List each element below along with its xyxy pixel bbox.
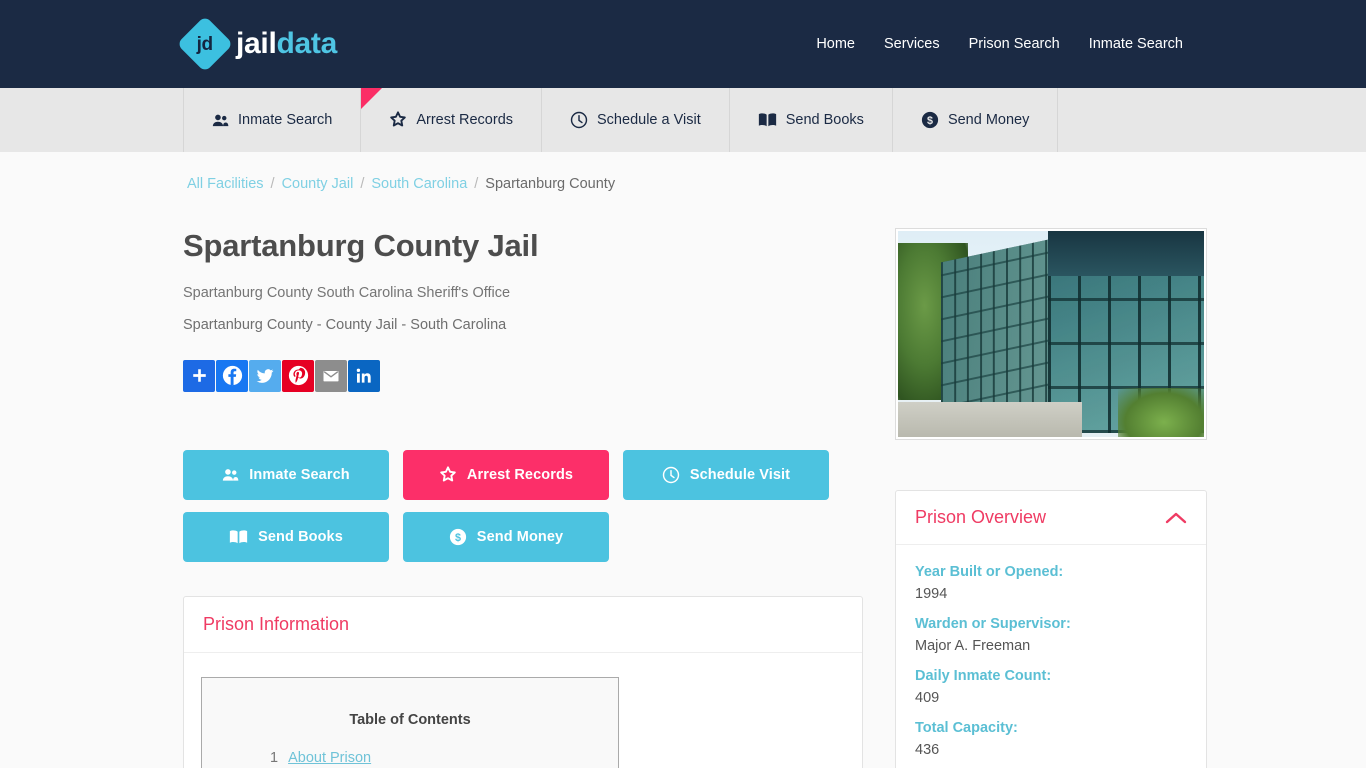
- active-tab-corner-marker: [361, 88, 383, 109]
- sidebar-column: Prison Overview Year Built or Opened: 19…: [895, 228, 1207, 768]
- arrest-records-button[interactable]: Arrest Records: [403, 449, 609, 500]
- photo-walkway: [898, 401, 1082, 437]
- main-navigation: Home Services Prison Search Inmate Searc…: [816, 36, 1183, 52]
- overview-label-total-capacity: Total Capacity:: [915, 720, 1018, 736]
- clock-icon: [570, 111, 588, 129]
- breadcrumb-separator: /: [360, 176, 365, 192]
- star-icon: [389, 111, 407, 129]
- button-label: Inmate Search: [249, 466, 350, 483]
- facility-photo: [895, 228, 1207, 440]
- button-label: Send Books: [258, 528, 343, 545]
- logo-initials: jd: [197, 33, 213, 55]
- subtab-arrest-records[interactable]: Arrest Records: [361, 88, 543, 152]
- addthis-share-icon[interactable]: [183, 359, 215, 392]
- prison-overview-body: Year Built or Opened: 1994 Warden or Sup…: [896, 545, 1206, 768]
- page-subtitle-location: Spartanburg County - County Jail - South…: [183, 316, 507, 333]
- breadcrumb-separator: /: [270, 176, 275, 192]
- dollar-circle-icon: $: [921, 111, 939, 129]
- site-logo[interactable]: jd jaildata: [176, 15, 337, 73]
- subtab-label: Send Money: [947, 112, 1030, 128]
- schedule-visit-button[interactable]: Schedule Visit: [623, 449, 829, 500]
- clock-icon: [662, 466, 680, 484]
- facebook-icon[interactable]: [216, 359, 248, 392]
- site-header: jd jaildata Home Services Prison Search …: [0, 0, 1366, 88]
- twitter-icon[interactable]: [249, 359, 281, 392]
- prison-information-heading: Prison Information: [184, 597, 862, 653]
- nav-item-services[interactable]: Services: [884, 36, 940, 52]
- table-of-contents-title: Table of Contents: [349, 711, 471, 728]
- chevron-up-icon[interactable]: [1165, 511, 1187, 525]
- page-subtitle-agency: Spartanburg County South Carolina Sherif…: [183, 284, 511, 301]
- overview-label-daily-inmate-count: Daily Inmate Count:: [915, 668, 1052, 684]
- prison-information-panel: Prison Information Table of Contents 1 A…: [183, 595, 863, 768]
- page-container: All Facilities / County Jail / South Carolin…: [183, 152, 1207, 768]
- prison-overview-header[interactable]: Prison Overview: [896, 491, 1206, 545]
- send-books-button[interactable]: Send Books: [183, 511, 389, 562]
- subtab-send-books[interactable]: Send Books: [730, 88, 893, 152]
- breadcrumb-all-facilities[interactable]: All Facilities: [187, 176, 264, 192]
- jaildata-diamond-icon: jd: [176, 15, 234, 73]
- button-label: Send Money: [476, 528, 564, 545]
- button-label: Arrest Records: [466, 466, 574, 483]
- nav-item-prison-search[interactable]: Prison Search: [969, 36, 1060, 52]
- button-label: Schedule Visit: [689, 466, 791, 483]
- brand-wordmark: jaildata: [236, 29, 337, 59]
- subtab-schedule-a-visit[interactable]: Schedule a Visit: [542, 88, 730, 152]
- table-of-contents: Table of Contents 1 About Prison: [201, 676, 619, 768]
- book-icon: [229, 529, 248, 545]
- breadcrumb-separator: /: [474, 176, 479, 192]
- toc-item-link-about-prison[interactable]: About Prison: [288, 750, 371, 766]
- svg-text:$: $: [927, 115, 933, 127]
- email-icon[interactable]: [315, 359, 347, 392]
- toc-list-item: 1 About Prison: [222, 750, 598, 766]
- overview-value-daily-inmate-count: 409: [915, 690, 940, 706]
- subtab-label: Schedule a Visit: [597, 112, 701, 128]
- action-button-group: Inmate Search Arrest Records Schedule Vi…: [183, 449, 863, 562]
- breadcrumb-current: Spartanburg County: [485, 176, 616, 192]
- svg-text:$: $: [455, 532, 461, 544]
- linkedin-icon[interactable]: [348, 359, 380, 392]
- breadcrumb-south-carolina[interactable]: South Carolina: [371, 176, 467, 192]
- subtab-inmate-search[interactable]: Inmate Search: [183, 88, 362, 152]
- secondary-navigation: Inmate Search Arrest Records Schedule a …: [0, 88, 1366, 152]
- pinterest-icon[interactable]: [282, 359, 314, 392]
- breadcrumb: All Facilities / County Jail / South Carolin…: [183, 152, 1183, 192]
- toc-item-number: 1: [270, 749, 279, 766]
- dollar-circle-icon: $: [449, 528, 467, 546]
- users-icon: [212, 113, 229, 128]
- brand-jail: jail: [236, 27, 277, 60]
- overview-value-total-capacity: 436: [915, 742, 940, 758]
- page-title: Spartanburg County Jail: [183, 228, 539, 263]
- photo-shrubs: [1118, 387, 1204, 437]
- overview-value-warden: Major A. Freeman: [915, 638, 1031, 654]
- subtab-label: Send Books: [785, 112, 864, 128]
- users-icon: [222, 468, 239, 482]
- subtab-send-money[interactable]: $ Send Money: [893, 88, 1059, 152]
- overview-value-year-built: 1994: [915, 586, 948, 602]
- main-column: Spartanburg County Jail Spartanburg Coun…: [183, 228, 863, 768]
- breadcrumb-county-jail[interactable]: County Jail: [282, 176, 354, 192]
- send-money-button[interactable]: $ Send Money: [403, 511, 609, 562]
- subtab-label: Inmate Search: [238, 112, 333, 128]
- overview-label-year-built: Year Built or Opened:: [915, 564, 1064, 580]
- brand-data: data: [276, 27, 338, 60]
- overview-label-warden: Warden or Supervisor:: [915, 616, 1071, 632]
- social-share-bar: [183, 359, 863, 392]
- star-icon: [439, 466, 457, 484]
- prison-overview-heading: Prison Overview: [915, 507, 1047, 527]
- book-icon: [758, 112, 777, 128]
- prison-overview-panel: Prison Overview Year Built or Opened: 19…: [895, 490, 1207, 768]
- inmate-search-button[interactable]: Inmate Search: [183, 449, 389, 500]
- nav-item-inmate-search[interactable]: Inmate Search: [1089, 36, 1183, 52]
- subtab-label: Arrest Records: [416, 112, 514, 128]
- nav-item-home[interactable]: Home: [816, 36, 855, 52]
